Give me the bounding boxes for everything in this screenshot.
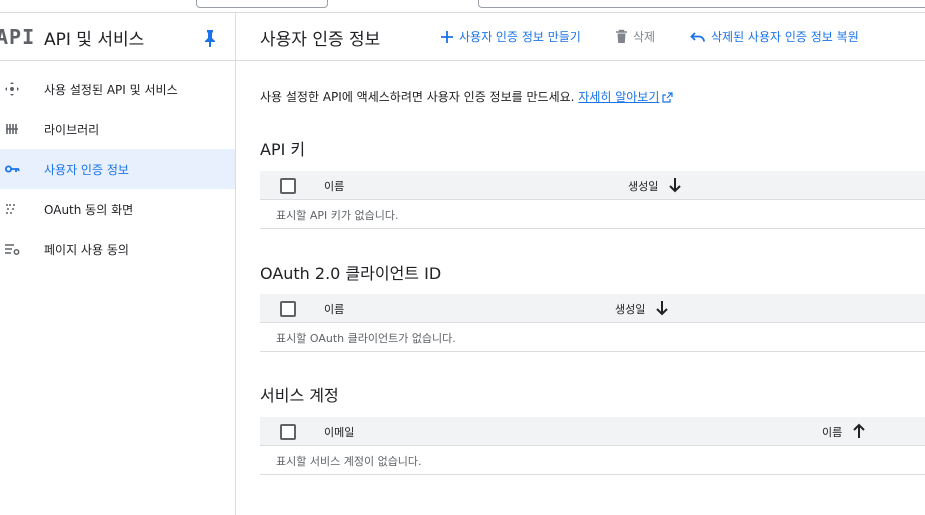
diamond-arrows-icon	[5, 82, 19, 96]
trash-icon	[616, 29, 627, 43]
sidebar-item-label: 라이브러리	[44, 122, 100, 137]
key-icon	[5, 165, 20, 173]
arrow-up-icon[interactable]	[852, 423, 866, 439]
sidebar-item-oauth-consent[interactable]: OAuth 동의 화면	[0, 189, 235, 229]
intro-description: 사용 설정한 API에 액세스하려면 사용자 인증 정보를 만드세요.	[260, 90, 575, 104]
sidebar-item-label: OAuth 동의 화면	[44, 202, 134, 217]
search-bar[interactable]	[478, 0, 925, 8]
table-header: 이름 생성일	[260, 294, 925, 323]
service-accounts-title: 서비스 계정	[260, 386, 339, 405]
oauth-clients-title: OAuth 2.0 클라이언트 ID	[260, 264, 442, 283]
sidebar-nav: 사용 설정된 API 및 서비스 라이브러리 사용자 인증 정보 OAuth 동…	[0, 69, 235, 269]
library-icon	[6, 124, 18, 134]
select-all-checkbox[interactable]	[280, 178, 296, 194]
column-email[interactable]: 이메일	[324, 424, 354, 440]
page-header: 사용자 인증 정보 사용자 인증 정보 만들기 삭제 삭제된 사용자 인증 정보…	[236, 13, 925, 61]
empty-message: 표시할 OAuth 클라이언트가 없습니다.	[276, 332, 456, 345]
sidebar-item-label: 페이지 사용 동의	[44, 242, 129, 257]
learn-more-link[interactable]: 자세히 알아보기	[578, 90, 674, 104]
api-logo: API	[0, 25, 36, 49]
oauth-dots-icon	[6, 204, 15, 214]
intro-text: 사용 설정한 API에 액세스하려면 사용자 인증 정보를 만드세요. 자세히 …	[260, 88, 674, 105]
arrow-down-icon[interactable]	[668, 177, 682, 193]
learn-more-label: 자세히 알아보기	[578, 90, 660, 104]
delete-button[interactable]: 삭제	[615, 28, 655, 45]
sidebar-item-credentials[interactable]: 사용자 인증 정보	[0, 149, 235, 189]
sidebar-title: API 및 서비스	[44, 30, 145, 50]
sidebar-item-library[interactable]: 라이브러리	[0, 109, 235, 149]
api-keys-table: 이름 생성일 표시할 API 키가 없습니다.	[260, 171, 925, 229]
sidebar-item-label: 사용 설정된 API 및 서비스	[44, 82, 178, 97]
column-name[interactable]: 이름	[822, 424, 842, 440]
column-name[interactable]: 이름	[324, 301, 344, 317]
service-accounts-table: 이메일 이름 표시할 서비스 계정이 없습니다.	[260, 417, 925, 475]
restore-label: 삭제된 사용자 인증 정보 복원	[711, 30, 859, 44]
sidebar-item-enabled-apis[interactable]: 사용 설정된 API 및 서비스	[0, 69, 235, 109]
api-keys-title: API 키	[260, 140, 306, 159]
restore-deleted-credentials-button[interactable]: 삭제된 사용자 인증 정보 복원	[690, 28, 859, 45]
arrow-down-icon[interactable]	[655, 300, 669, 316]
select-all-checkbox[interactable]	[280, 424, 296, 440]
column-created[interactable]: 생성일	[628, 178, 658, 194]
plus-icon	[441, 30, 453, 43]
undo-icon	[690, 31, 705, 42]
settings-list-icon	[5, 244, 20, 255]
top-bar	[0, 0, 925, 13]
sidebar-item-label: 사용자 인증 정보	[44, 162, 129, 177]
page-title: 사용자 인증 정보	[260, 30, 381, 50]
pin-icon[interactable]	[203, 29, 217, 47]
oauth-clients-table: 이름 생성일 표시할 OAuth 클라이언트가 없습니다.	[260, 294, 925, 352]
empty-message: 표시할 API 키가 없습니다.	[276, 209, 399, 222]
empty-row: 표시할 API 키가 없습니다.	[260, 200, 925, 229]
create-credentials-button[interactable]: 사용자 인증 정보 만들기	[440, 28, 581, 45]
sidebar-item-page-usage-agreement[interactable]: 페이지 사용 동의	[0, 229, 235, 269]
empty-row: 표시할 서비스 계정이 없습니다.	[260, 446, 925, 475]
column-name[interactable]: 이름	[324, 178, 344, 194]
sidebar-header: API API 및 서비스	[0, 13, 235, 61]
empty-message: 표시할 서비스 계정이 없습니다.	[276, 455, 422, 468]
create-credentials-label: 사용자 인증 정보 만들기	[459, 30, 581, 44]
project-selector[interactable]	[196, 0, 328, 8]
select-all-checkbox[interactable]	[280, 301, 296, 317]
empty-row: 표시할 OAuth 클라이언트가 없습니다.	[260, 323, 925, 352]
external-link-icon	[662, 92, 674, 103]
table-header: 이메일 이름	[260, 417, 925, 446]
delete-label: 삭제	[633, 30, 656, 44]
table-header: 이름 생성일	[260, 171, 925, 200]
column-created[interactable]: 생성일	[615, 301, 645, 317]
sidebar: API API 및 서비스 사용 설정된 API 및 서비스 라이브러리 사용자…	[0, 13, 236, 515]
